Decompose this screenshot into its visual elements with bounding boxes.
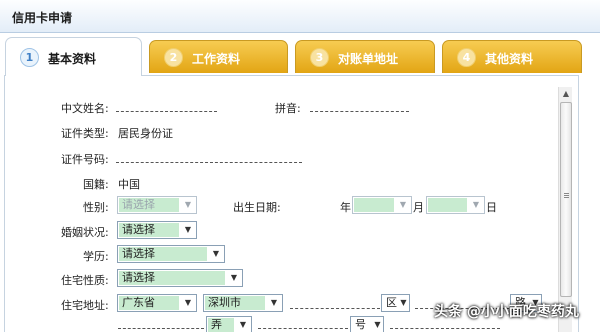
city-value: 深圳市 <box>205 296 265 310</box>
education-select[interactable]: 请选择 ▼ <box>117 245 225 263</box>
scrollbar-thumb[interactable] <box>560 102 572 297</box>
chevron-down-icon: ▼ <box>374 320 381 329</box>
vertical-scrollbar[interactable]: ▲ <box>558 87 572 332</box>
chevron-down-icon: ▼ <box>212 249 220 258</box>
id-number-field[interactable] <box>116 162 302 163</box>
number-field[interactable] <box>258 328 348 329</box>
chevron-down-icon: ▼ <box>184 225 192 234</box>
marital-status-value: 请选择 <box>119 223 179 237</box>
education-value: 请选择 <box>119 247 207 261</box>
tab-number-badge: 2 <box>164 48 183 67</box>
district-unit: 区 <box>386 296 397 309</box>
chevron-down-icon: ▼ <box>184 298 192 307</box>
district-select[interactable]: 区 ▼ <box>381 294 410 312</box>
scroll-up-icon[interactable]: ▲ <box>559 87 573 101</box>
lane-field[interactable] <box>118 328 204 329</box>
marital-status-select[interactable]: 请选择 ▼ <box>117 221 197 239</box>
chevron-down-icon: ▼ <box>472 200 480 209</box>
number-unit: 号 <box>355 318 366 331</box>
address-label: 住宅地址: <box>61 299 109 312</box>
id-number-label: 证件号码: <box>61 153 109 166</box>
tab-work-info[interactable]: 2 工作资料 <box>149 40 288 73</box>
number-select[interactable]: 号 ▼ <box>350 316 384 332</box>
chevron-down-icon: ▼ <box>184 200 192 209</box>
lane-value: 弄 <box>208 318 234 332</box>
chinese-name-field[interactable] <box>116 111 217 112</box>
district-field[interactable] <box>290 308 380 309</box>
tab-number-badge: 4 <box>457 48 476 67</box>
housing-type-value: 请选择 <box>119 271 225 285</box>
window-title: 信用卡申请 <box>12 11 73 25</box>
gender-label: 性别: <box>83 201 109 214</box>
gender-select-value: 请选择 <box>119 198 179 212</box>
id-type-label: 证件类型: <box>61 127 109 140</box>
chevron-down-icon: ▼ <box>400 298 407 307</box>
education-label: 学历: <box>83 250 109 263</box>
id-type-value: 居民身份证 <box>118 127 173 140</box>
birth-year-select[interactable]: ▼ <box>352 196 412 214</box>
room-field[interactable] <box>390 328 500 329</box>
chevron-down-icon: ▼ <box>230 273 238 282</box>
tab-number-badge: 1 <box>20 48 39 67</box>
province-value: 广东省 <box>119 296 179 310</box>
birth-month-value <box>428 198 467 212</box>
tab-statement-address[interactable]: 3 对账单地址 <box>295 40 435 73</box>
chevron-down-icon: ▼ <box>239 320 247 329</box>
birthdate-label: 出生日期: <box>233 201 281 214</box>
city-select[interactable]: 深圳市 ▼ <box>203 294 283 312</box>
pinyin-label: 拼音: <box>275 102 301 115</box>
chevron-down-icon: ▼ <box>270 298 278 307</box>
watermark: 头条 @小小面吃枣药丸 <box>434 304 579 320</box>
tab-basic-info[interactable]: 1 基本资料 <box>5 37 142 76</box>
tab-label: 基本资料 <box>48 52 97 66</box>
tab-other-info[interactable]: 4 其他资料 <box>442 40 582 73</box>
grip-icon <box>564 193 569 194</box>
housing-type-label: 住宅性质: <box>61 274 109 287</box>
marital-status-label: 婚姻状况: <box>61 226 109 239</box>
birth-month-unit: 月 <box>413 201 424 214</box>
tab-number-badge: 3 <box>310 48 329 67</box>
tab-label: 工作资料 <box>192 52 241 66</box>
birth-day-unit: 日 <box>486 201 497 214</box>
chevron-down-icon: ▼ <box>399 200 407 209</box>
birth-month-select[interactable]: ▼ <box>426 196 485 214</box>
lane-select[interactable]: 弄 ▼ <box>206 316 252 332</box>
gender-select[interactable]: 请选择 ▼ <box>117 196 197 214</box>
tab-label: 其他资料 <box>485 52 534 66</box>
nationality-label: 国籍: <box>83 178 109 191</box>
chinese-name-label: 中文姓名: <box>61 102 109 115</box>
birth-year-unit: 年 <box>340 201 351 214</box>
province-select[interactable]: 广东省 ▼ <box>117 294 197 312</box>
pinyin-field[interactable] <box>310 111 409 112</box>
birth-year-value <box>354 198 394 212</box>
tab-label: 对账单地址 <box>338 52 399 66</box>
housing-type-select[interactable]: 请选择 ▼ <box>117 269 243 287</box>
title-bar: 信用卡申请 <box>0 0 600 33</box>
nationality-value: 中国 <box>118 178 140 191</box>
